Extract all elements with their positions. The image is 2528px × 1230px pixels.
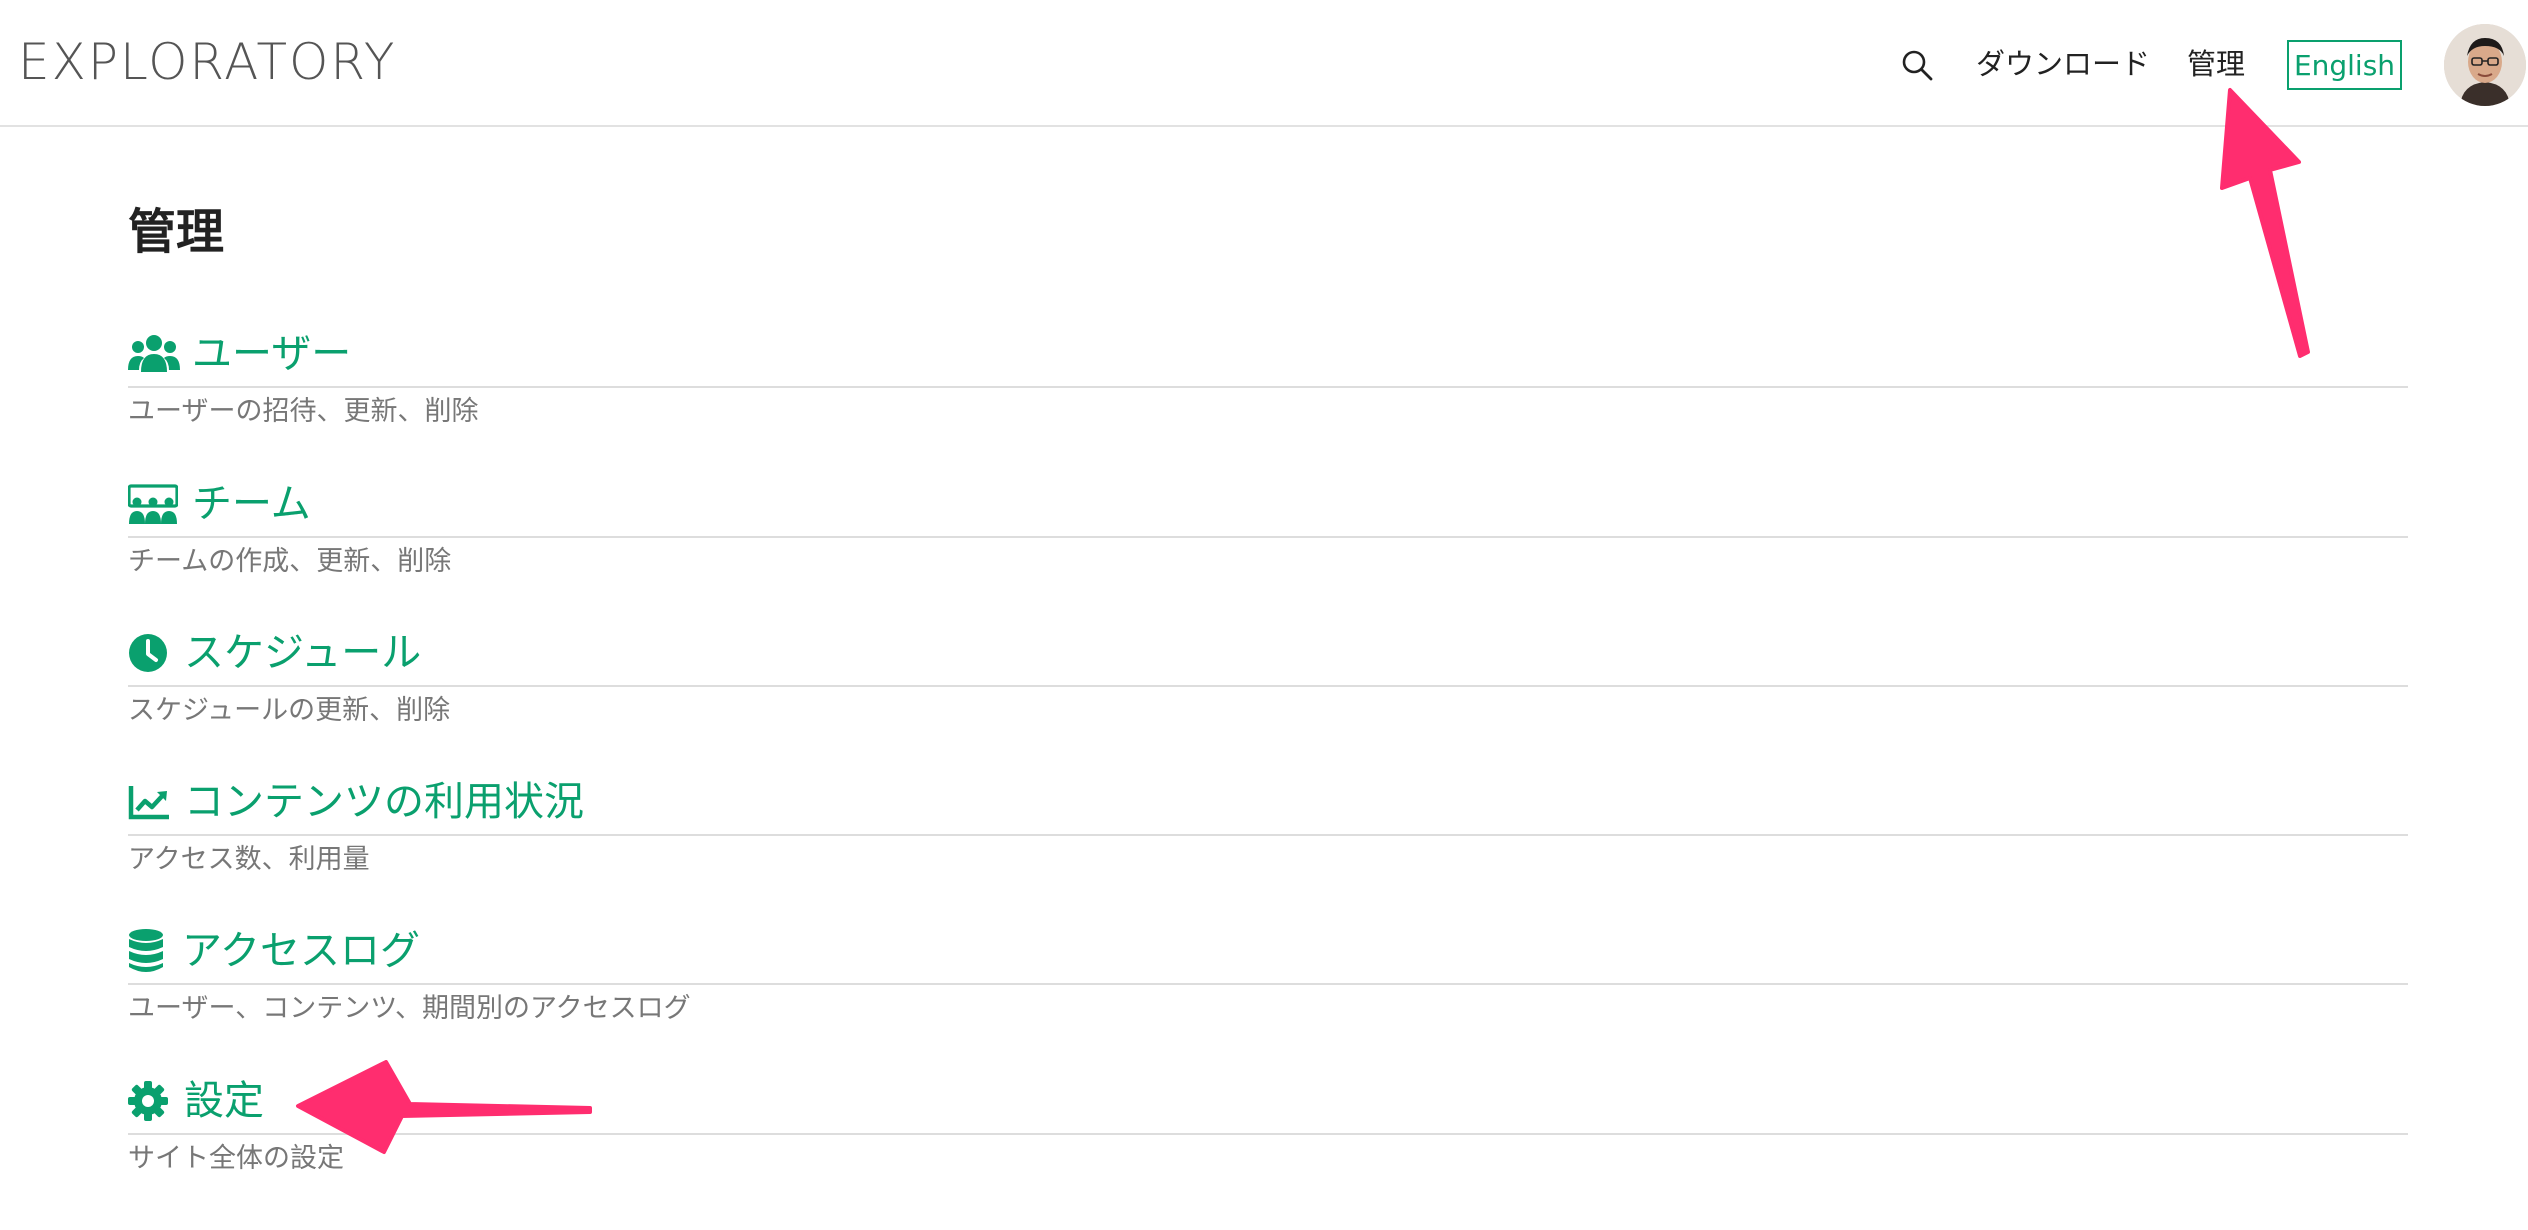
section-settings: 設定 サイト全体の設定 — [128, 1073, 2408, 1193]
nav-admin-link[interactable]: 管理 — [2187, 42, 2245, 86]
team-description: チームの作成、更新、削除 — [128, 546, 452, 577]
divider — [128, 834, 2408, 836]
schedule-link[interactable]: スケジュール — [128, 625, 421, 681]
top-header: EXPLORATORY ダウンロード 管理 English — [0, 0, 2528, 127]
content-usage-link[interactable]: コンテンツの利用状況 — [128, 774, 584, 830]
users-label: ユーザー — [192, 331, 352, 377]
users-icon — [128, 331, 182, 377]
users-link[interactable]: ユーザー — [128, 326, 351, 382]
admin-page: EXPLORATORY ダウンロード 管理 English 管理 ユーザー ユー… — [0, 0, 2528, 1230]
section-content-usage: コンテンツの利用状況 アクセス数、利用量 — [128, 774, 2408, 894]
divider — [128, 386, 2408, 388]
database-icon — [128, 928, 172, 974]
access-log-label: アクセスログ — [182, 928, 420, 974]
section-users: ユーザー ユーザーの招待、更新、削除 — [128, 326, 2408, 446]
team-link[interactable]: チーム — [128, 476, 311, 532]
schedule-description: スケジュールの更新、削除 — [128, 695, 451, 726]
divider — [128, 685, 2408, 687]
section-team: チーム チームの作成、更新、削除 — [128, 476, 2408, 596]
users-description: ユーザーの招待、更新、削除 — [128, 396, 479, 427]
team-label: チーム — [192, 481, 311, 527]
nav-download-link[interactable]: ダウンロード — [1976, 42, 2150, 86]
content-usage-description: アクセス数、利用量 — [128, 844, 370, 875]
settings-description: サイト全体の設定 — [128, 1143, 344, 1174]
divider — [128, 536, 2408, 538]
schedule-label: スケジュール — [184, 630, 422, 676]
user-avatar[interactable] — [2444, 24, 2526, 106]
section-access-log: アクセスログ ユーザー、コンテンツ、期間別のアクセスログ — [128, 923, 2408, 1043]
gear-icon — [128, 1078, 174, 1124]
divider — [128, 1133, 2408, 1135]
language-toggle-button[interactable]: English — [2287, 40, 2402, 90]
settings-label: 設定 — [184, 1078, 264, 1124]
settings-link[interactable]: 設定 — [128, 1073, 264, 1129]
page-title: 管理 — [128, 204, 225, 260]
team-icon — [128, 481, 182, 527]
content-usage-label: コンテンツの利用状況 — [184, 779, 584, 825]
access-log-description: ユーザー、コンテンツ、期間別のアクセスログ — [128, 993, 691, 1024]
divider — [128, 983, 2408, 985]
chart-line-icon — [128, 779, 174, 825]
access-log-link[interactable]: アクセスログ — [128, 923, 420, 979]
logo[interactable]: EXPLORATORY — [18, 30, 396, 94]
clock-icon — [128, 630, 174, 676]
section-schedule: スケジュール スケジュールの更新、削除 — [128, 625, 2408, 745]
search-icon[interactable] — [1900, 48, 1934, 82]
